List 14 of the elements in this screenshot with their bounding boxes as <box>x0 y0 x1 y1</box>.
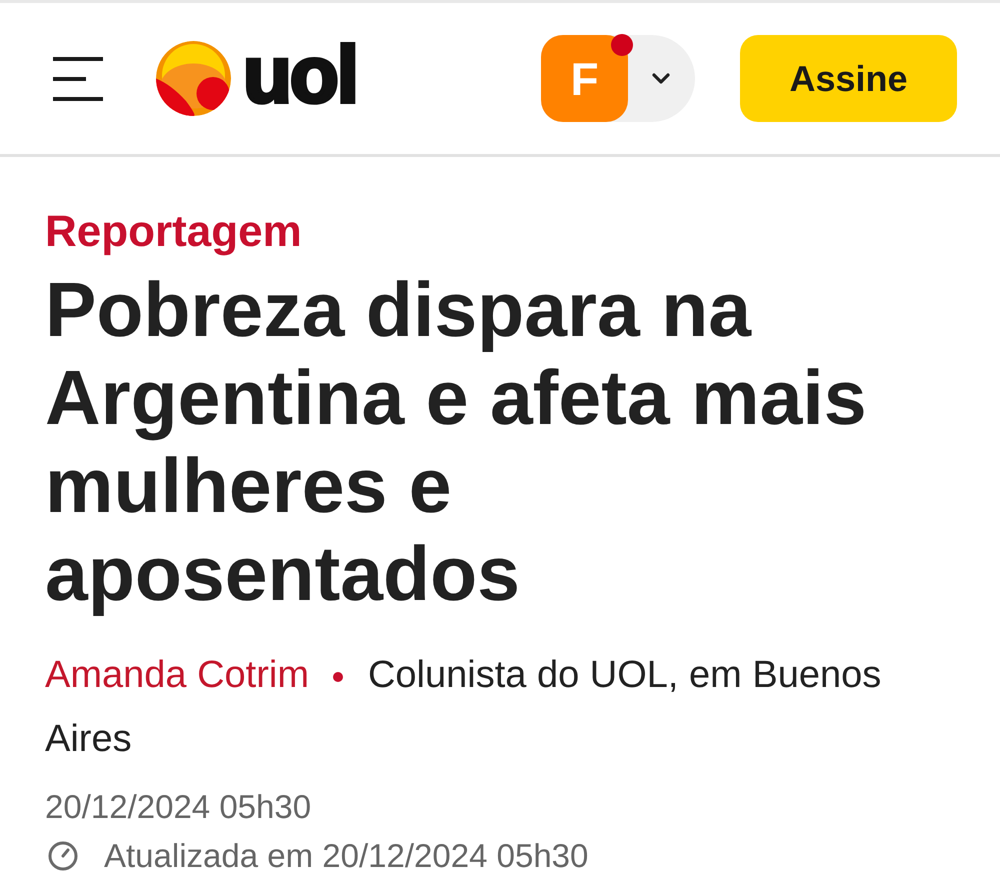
section-label[interactable]: Reportagem <box>45 206 302 258</box>
clock-icon <box>48 841 78 871</box>
headline: Pobreza dispara na Argentina e afeta mais mulheres e aposentados <box>45 266 868 618</box>
logo-text[interactable]: uol <box>243 44 357 106</box>
bullet-icon <box>332 672 343 682</box>
menu-icon[interactable] <box>53 56 103 100</box>
subscribe-button[interactable]: Assine <box>740 35 957 122</box>
publish-date: 20/12/2024 05h30 <box>45 787 312 827</box>
profile-avatar: F <box>541 35 628 122</box>
chevron-down-icon <box>652 73 670 84</box>
byline: Amanda Cotrim Colunista do UOL, em Buenos Aires <box>45 653 882 762</box>
logo-icon[interactable] <box>156 41 231 116</box>
author-link[interactable]: Amanda Cotrim <box>45 654 309 696</box>
updated-date: Atualizada em 20/12/2024 05h30 <box>104 836 588 876</box>
